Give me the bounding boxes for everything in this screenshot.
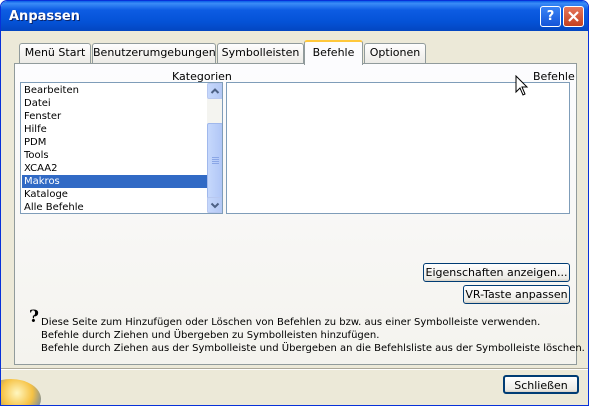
catia-logo: [1, 379, 41, 405]
tab-commands[interactable]: Befehle: [304, 40, 363, 65]
grip-line: [212, 159, 219, 160]
close-button[interactable]: Schließen: [503, 375, 579, 394]
info-line: Diese Seite zum Hinzufügen oder Löschen …: [41, 317, 541, 328]
tab-options[interactable]: Optionen: [364, 43, 426, 63]
chevron-up-icon: [210, 88, 220, 94]
close-x-icon: [568, 11, 579, 22]
grip-line: [212, 161, 219, 162]
list-item[interactable]: Hilfe: [22, 123, 207, 136]
show-properties-button[interactable]: Eigenschaften anzeigen...: [423, 263, 570, 282]
list-item[interactable]: Tools: [22, 149, 207, 162]
scroll-thumb[interactable]: [207, 123, 222, 199]
separator: [1, 368, 588, 370]
help-button[interactable]: ?: [540, 6, 561, 27]
list-item[interactable]: Kataloge: [22, 188, 207, 201]
tab-menu-start[interactable]: Menü Start: [19, 43, 91, 63]
customize-dialog: Anpassen ? Menü Start Benutzerumgebungen…: [0, 0, 589, 406]
window-title: Anpassen: [9, 9, 80, 24]
info-line: Befehle durch Ziehen aus der Symbolleist…: [41, 343, 585, 354]
question-mark-icon: ?: [546, 9, 555, 24]
close-window-button[interactable]: [563, 6, 584, 27]
categories-scrollbar[interactable]: [207, 83, 222, 213]
commands-listbox[interactable]: [226, 82, 570, 214]
list-item[interactable]: Alle Befehle: [22, 201, 207, 213]
info-line: Befehle durch Ziehen und Übergeben zu Sy…: [41, 330, 380, 341]
mouse-pointer-icon: [515, 75, 529, 96]
scroll-up-button[interactable]: [207, 83, 222, 99]
list-item[interactable]: PDM: [22, 136, 207, 149]
title-bar[interactable]: Anpassen ?: [1, 1, 588, 31]
list-item[interactable]: XCAA2: [22, 162, 207, 175]
list-item[interactable]: Bearbeiten: [22, 84, 207, 97]
grip-line: [212, 157, 219, 158]
categories-listbox[interactable]: Bearbeiten Datei Fenster Hilfe PDM Tools…: [20, 82, 223, 214]
tab-user-environments[interactable]: Benutzerumgebungen: [92, 43, 216, 63]
chevron-down-icon: [210, 202, 220, 209]
question-mark-icon: ?: [29, 307, 39, 327]
list-item-selected[interactable]: Makros: [22, 175, 207, 188]
customize-vr-key-button[interactable]: VR-Taste anpassen: [463, 285, 570, 304]
tab-toolbars[interactable]: Symbolleisten: [217, 43, 304, 63]
list-item[interactable]: Fenster: [22, 110, 207, 123]
scroll-down-button[interactable]: [207, 197, 222, 213]
grip-line: [212, 163, 219, 164]
list-item[interactable]: Datei: [22, 97, 207, 110]
